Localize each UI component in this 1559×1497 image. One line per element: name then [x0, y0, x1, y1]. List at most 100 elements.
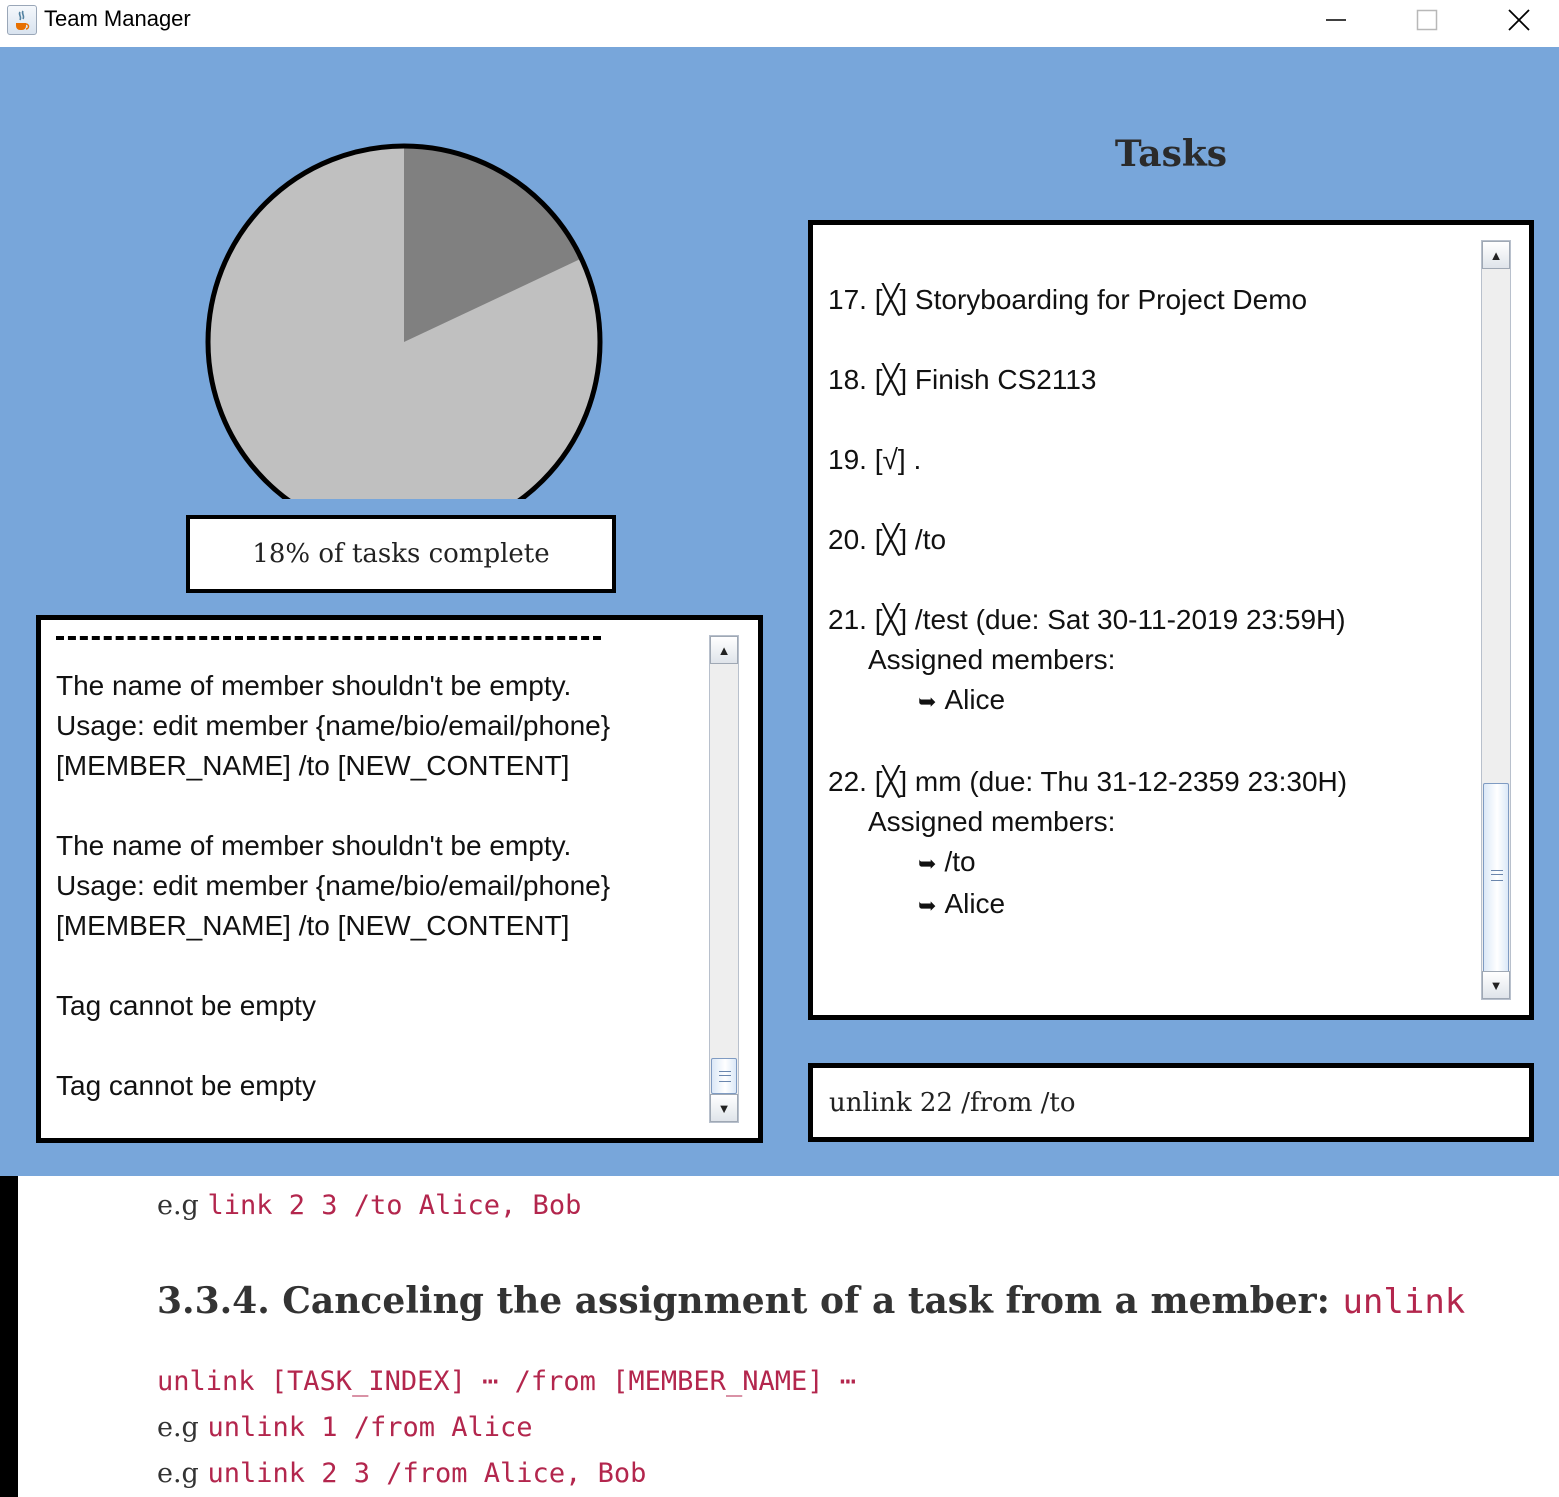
eg-prefix: e.g [157, 1458, 199, 1489]
task-item: 20. [╳] /to [828, 520, 1347, 560]
user-guide-document: e.g link 2 3 /to Alice, Bob 3.3.4. Cance… [0, 1176, 1559, 1497]
arrow-right-icon: ➥ [918, 851, 937, 876]
arrow-right-icon: ➥ [918, 893, 937, 918]
task-item: 22. [╳] mm (due: Thu 31-12-2359 23:30H) … [828, 762, 1347, 926]
task-list: 17. [╳] Storyboarding for Project Demo 1… [828, 280, 1347, 966]
task-status: [╳] [874, 364, 908, 395]
assigned-member: ➥ /to [828, 842, 1347, 884]
task-name: /to [914, 524, 947, 555]
task-header: 18. [╳] Finish CS2113 [828, 360, 1347, 400]
example-line: e.g unlink 1 /from Alice [157, 1412, 533, 1443]
member-name: Alice [944, 888, 1006, 919]
window-edge [0, 1176, 18, 1497]
example-code: unlink 1 /from Alice [207, 1412, 533, 1443]
log-entry: The name of member shouldn't be empty. Us… [56, 826, 708, 946]
grip-icon [719, 1071, 731, 1082]
member-name: /to [944, 846, 976, 877]
assigned-member: ➥ Alice [828, 680, 1347, 722]
tasks-heading: Tasks [1114, 133, 1228, 175]
minimize-icon [1326, 19, 1346, 21]
example-code: unlink 2 3 /from Alice, Bob [207, 1458, 647, 1489]
task-index: 17. [828, 284, 867, 315]
command-input[interactable]: unlink 22 /from /to [808, 1063, 1534, 1142]
task-status: [╳] [874, 284, 908, 315]
triangle-down-icon: ▼ [1489, 977, 1503, 993]
task-status: [╳] [874, 604, 908, 635]
result-log-panel: The name of member shouldn't be empty. Us… [36, 615, 763, 1143]
triangle-down-icon: ▼ [717, 1100, 731, 1116]
log-line: [MEMBER_NAME] /to [NEW_CONTENT] [56, 750, 570, 781]
log-line: [MEMBER_NAME] /to [NEW_CONTENT] [56, 910, 570, 941]
member-name: Alice [944, 684, 1006, 715]
eg-prefix: e.g [157, 1412, 199, 1443]
task-index: 20. [828, 524, 867, 555]
task-header: 19. [√] . [828, 440, 1347, 480]
close-icon [1508, 9, 1530, 31]
heading-text: 3.3.4. Canceling the assignment of a tas… [157, 1280, 1343, 1322]
log-line: Usage: edit member {name/bio/email/phone… [56, 710, 611, 741]
log-line: Tag cannot be empty [56, 990, 316, 1021]
example-code: link 2 3 /to Alice, Bob [207, 1190, 582, 1221]
task-name: /test [914, 604, 968, 635]
heading-code: unlink [1342, 1282, 1466, 1322]
task-item: 18. [╳] Finish CS2113 [828, 360, 1347, 400]
assigned-members-label: Assigned members: [868, 644, 1116, 675]
minimize-button[interactable] [1290, 0, 1382, 40]
task-item: 21. [╳] /test (due: Sat 30-11-2019 23:59… [828, 600, 1347, 722]
triangle-up-icon: ▲ [1489, 247, 1503, 263]
scroll-thumb[interactable] [711, 1058, 737, 1094]
window-title: Team Manager [44, 6, 191, 31]
assigned-member: ➥ Alice [828, 884, 1347, 926]
task-status: [√] [874, 444, 906, 475]
java-coffee-icon [7, 5, 37, 35]
task-scrollbar[interactable]: ▲ ▼ [1481, 240, 1511, 1000]
log-scrollbar[interactable]: ▲ ▼ [709, 635, 739, 1123]
task-index: 21. [828, 604, 867, 635]
maximize-button[interactable] [1381, 0, 1473, 40]
triangle-up-icon: ▲ [717, 642, 731, 658]
task-index: 19. [828, 444, 867, 475]
scroll-down-button[interactable]: ▼ [1482, 971, 1510, 999]
assigned-members-label: Assigned members: [868, 806, 1116, 837]
section-heading: 3.3.4. Canceling the assignment of a tas… [157, 1280, 1465, 1322]
task-name: . [913, 444, 922, 475]
task-status: [╳] [874, 766, 908, 797]
log-entry: The name of member shouldn't be empty. Us… [56, 666, 708, 786]
scroll-thumb[interactable] [1483, 783, 1509, 973]
log-line: Usage: edit member {name/bio/email/phone… [56, 870, 611, 901]
task-header: 17. [╳] Storyboarding for Project Demo [828, 280, 1347, 320]
task-index: 18. [828, 364, 867, 395]
task-index: 22. [828, 766, 867, 797]
syntax-line: unlink [TASK_INDEX] ⋯ /from [MEMBER_NAME… [157, 1366, 856, 1397]
example-line: e.g link 2 3 /to Alice, Bob [157, 1190, 581, 1221]
result-log-text: The name of member shouldn't be empty. Us… [56, 620, 708, 1138]
log-entry: Tag cannot be empty [56, 986, 708, 1026]
log-line: The name of member shouldn't be empty. [56, 670, 572, 701]
task-due: (due: Sat 30-11-2019 23:59H) [975, 604, 1346, 635]
scroll-down-button[interactable]: ▼ [710, 1094, 738, 1122]
task-name: Storyboarding for Project Demo [914, 284, 1308, 315]
task-item: 19. [√] . [828, 440, 1347, 480]
task-item: 17. [╳] Storyboarding for Project Demo [828, 280, 1347, 320]
log-line: Tag cannot be empty [56, 1070, 316, 1101]
close-button[interactable] [1473, 0, 1559, 40]
eg-prefix: e.g [157, 1190, 199, 1221]
task-header: 22. [╳] mm (due: Thu 31-12-2359 23:30H) [828, 762, 1347, 802]
title-bar: Team Manager [0, 0, 1559, 47]
task-header: 21. [╳] /test (due: Sat 30-11-2019 23:59… [828, 600, 1347, 640]
task-status: [╳] [874, 524, 908, 555]
syntax-code: unlink [TASK_INDEX] ⋯ /from [MEMBER_NAME… [157, 1366, 856, 1397]
completion-label: 18% of tasks complete [186, 515, 616, 593]
task-due: (due: Thu 31-12-2359 23:30H) [969, 766, 1348, 797]
task-name: Finish CS2113 [914, 364, 1097, 395]
scroll-up-button[interactable]: ▲ [710, 636, 738, 664]
task-header: 20. [╳] /to [828, 520, 1347, 560]
maximize-icon [1416, 9, 1438, 31]
example-line: e.g unlink 2 3 /from Alice, Bob [157, 1458, 646, 1489]
log-entry: Tag cannot be empty [56, 1066, 708, 1106]
app-panel: 18% of tasks complete The name of member… [0, 47, 1559, 1176]
grip-icon [1491, 870, 1503, 881]
log-line: The name of member shouldn't be empty. [56, 830, 572, 861]
scroll-up-button[interactable]: ▲ [1482, 241, 1510, 269]
cut-off-log-line [56, 636, 601, 666]
